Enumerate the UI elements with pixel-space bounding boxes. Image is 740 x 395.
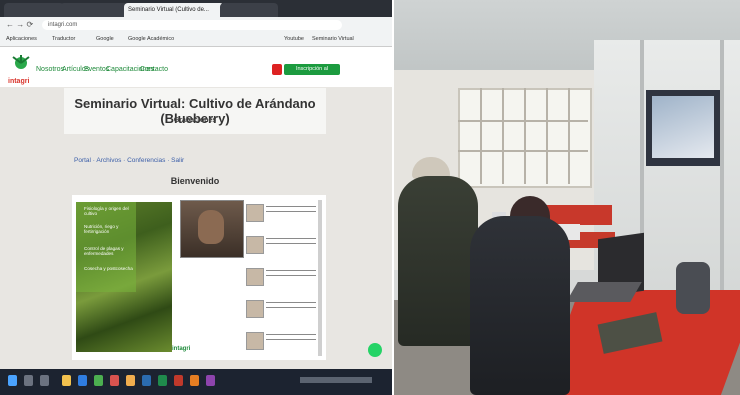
playlist-text-lines <box>266 334 316 344</box>
bullet-item: Control de plagas y enfermedades <box>84 246 124 257</box>
bookmark-item[interactable]: Youtube <box>284 36 304 42</box>
playlist-scrollbar[interactable] <box>318 200 322 356</box>
window-bar <box>458 120 588 122</box>
playlist-thumbnail[interactable] <box>246 300 264 318</box>
intagri-logo-icon <box>12 55 30 69</box>
photo-divider <box>392 0 394 395</box>
playlist-text-lines <box>266 270 316 280</box>
playlist-thumbnail[interactable] <box>246 236 264 254</box>
browser-tab[interactable] <box>4 3 64 17</box>
edge-icon[interactable] <box>78 375 87 386</box>
app-icon[interactable] <box>110 375 119 386</box>
nav-link[interactable]: Contacto <box>140 66 168 73</box>
search-icon[interactable] <box>24 375 33 386</box>
excel-icon[interactable] <box>158 375 167 386</box>
window-bar <box>480 88 482 184</box>
person-left <box>398 176 478 346</box>
bookmark-item[interactable]: Traductor <box>52 36 75 42</box>
playlist-thumbnail[interactable] <box>246 204 264 222</box>
bullet-item: Fisiología y origen del cultivo <box>84 206 129 217</box>
nav-link[interactable]: Nosotros <box>36 66 64 73</box>
url-input[interactable]: intagri.com <box>42 20 342 30</box>
page-subtitle: Grabaciones <box>173 117 217 124</box>
app-icon[interactable] <box>206 375 215 386</box>
bookmark-item[interactable]: Seminario Virtual <box>312 36 354 42</box>
speaker-video-figure <box>198 210 224 244</box>
person-front <box>470 216 570 395</box>
bookmark-item[interactable]: Google Académico <box>128 36 174 42</box>
start-icon[interactable] <box>8 375 17 386</box>
word-icon[interactable] <box>142 375 151 386</box>
window-bar <box>502 88 504 184</box>
file-explorer-icon[interactable] <box>62 375 71 386</box>
backpack <box>676 262 710 314</box>
site-logo-text: intagri <box>8 78 30 85</box>
playlist-text-lines <box>266 206 316 216</box>
browser-tab-active[interactable]: Seminario Virtual (Cultivo de... <box>124 3 224 17</box>
playlist-text-lines <box>266 302 316 312</box>
browser-tab[interactable] <box>60 3 128 17</box>
bullet-item: Cosecha y postcosecha <box>84 266 133 271</box>
breadcrumb[interactable]: Portal · Archivos · Conferencias · Salir <box>74 157 184 164</box>
app-icon[interactable] <box>190 375 199 386</box>
whatsapp-icon[interactable] <box>368 343 382 357</box>
footer-logo: intagri <box>172 346 191 352</box>
bookmark-item[interactable]: Aplicaciones <box>6 36 37 42</box>
chrome-icon[interactable] <box>94 375 103 386</box>
laptop-keyboard <box>566 282 642 302</box>
bullet-item: Nutrición, riego y fertirrigación <box>84 224 119 235</box>
task-view-icon[interactable] <box>40 375 49 386</box>
window-bar <box>458 150 588 152</box>
playlist-text-lines <box>266 238 316 248</box>
register-button[interactable]: Inscripción al seminario <box>284 64 340 83</box>
welcome-heading: Bienvenido <box>170 176 220 186</box>
system-tray <box>300 377 372 383</box>
powerpoint-icon[interactable] <box>174 375 183 386</box>
monitor-display <box>652 96 714 158</box>
window-bar <box>524 88 526 184</box>
register-badge <box>272 64 282 75</box>
window-bar <box>546 88 548 184</box>
nav-arrows-icon[interactable]: ← → ⟳ <box>6 20 33 29</box>
bookmark-item[interactable]: Google <box>96 36 114 42</box>
browser-tab[interactable] <box>220 3 278 17</box>
window-bar <box>568 88 570 184</box>
playlist-thumbnail[interactable] <box>246 332 264 350</box>
app-icon[interactable] <box>126 375 135 386</box>
playlist-thumbnail[interactable] <box>246 268 264 286</box>
